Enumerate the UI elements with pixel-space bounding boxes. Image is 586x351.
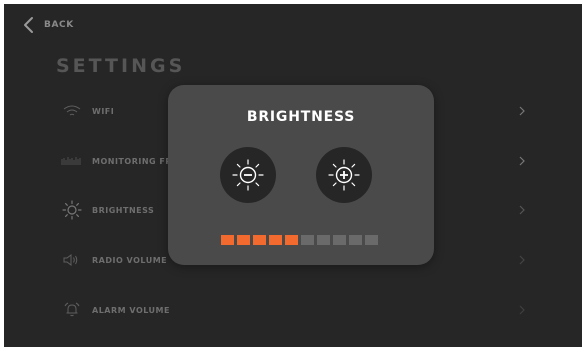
level-segment-inactive: [365, 235, 378, 245]
brightness-level-bar: [221, 235, 378, 245]
level-segment-inactive: [333, 235, 346, 245]
chevron-right-icon: [516, 156, 528, 166]
dialog-title: BRIGHTNESS: [246, 109, 356, 125]
brightness-increase-icon: [328, 159, 360, 191]
chevron-right-icon: [516, 106, 528, 116]
menu-item-label: ALARM VOLUME: [92, 305, 170, 315]
signal-bars-icon: [58, 156, 86, 166]
back-label: BACK: [44, 20, 74, 30]
brightness-decrease-button[interactable]: [220, 147, 276, 203]
level-segment-active: [221, 235, 234, 245]
back-button[interactable]: BACK: [22, 16, 74, 34]
brightness-dialog: BRIGHTNESS: [168, 85, 434, 265]
level-segment-active: [269, 235, 282, 245]
chevron-left-icon: [24, 17, 33, 33]
menu-item-alarm-volume[interactable]: ALARM VOLUME: [58, 300, 528, 320]
brightness-increase-button[interactable]: [316, 147, 372, 203]
chevron-right-icon: [516, 255, 528, 265]
wifi-icon: [58, 104, 86, 118]
level-segment-active: [285, 235, 298, 245]
level-segment-inactive: [349, 235, 362, 245]
level-segment-active: [237, 235, 250, 245]
sun-icon: [58, 200, 86, 220]
level-segment-active: [253, 235, 266, 245]
level-segment-inactive: [317, 235, 330, 245]
chevron-right-icon: [516, 305, 528, 315]
chevron-right-icon: [516, 205, 528, 215]
page-title: SETTINGS: [56, 55, 186, 77]
settings-screen: BACK SETTINGS WIFI MONITORING FR BRIGHTN…: [4, 4, 582, 347]
level-segment-inactive: [301, 235, 314, 245]
brightness-decrease-icon: [232, 159, 264, 191]
speaker-icon: [58, 253, 86, 267]
alarm-bell-icon: [58, 302, 86, 318]
